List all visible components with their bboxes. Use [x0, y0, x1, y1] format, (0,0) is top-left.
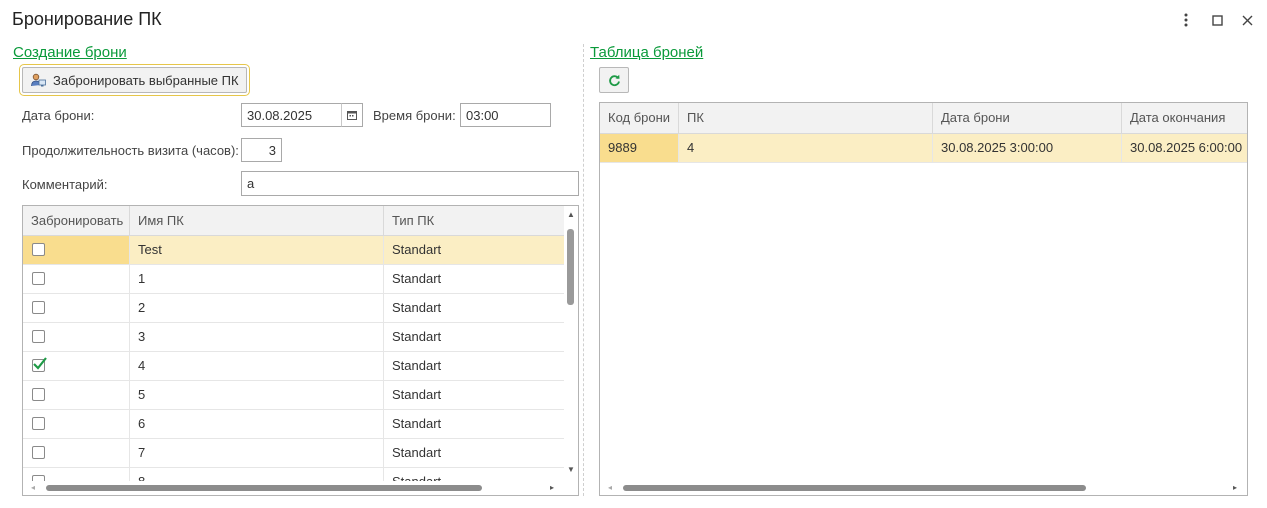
- pc-table-horizontal-scrollbar[interactable]: ◂ ▸: [23, 481, 564, 495]
- book-checkbox[interactable]: [32, 357, 47, 372]
- duration-field[interactable]: 3: [241, 138, 282, 162]
- book-checkbox[interactable]: [32, 330, 45, 343]
- book-cell: [23, 352, 130, 380]
- section-create-booking[interactable]: Создание брони: [13, 44, 127, 61]
- table-row[interactable]: 5 Standart: [23, 381, 564, 410]
- book-cell: [23, 381, 130, 409]
- section-divider: [583, 44, 584, 496]
- book-checkbox[interactable]: [32, 301, 45, 314]
- table-row[interactable]: Test Standart: [23, 236, 564, 265]
- book-cell: [23, 439, 130, 467]
- booking-date-cell: 30.08.2025 3:00:00: [933, 134, 1122, 162]
- pc-type-cell: Standart: [392, 358, 442, 373]
- comment-field[interactable]: а: [241, 171, 579, 196]
- book-checkbox[interactable]: [32, 446, 45, 459]
- table-row[interactable]: 9889 4 30.08.2025 3:00:00 30.08.2025 6:00:0…: [600, 134, 1247, 163]
- scroll-right-icon[interactable]: ▸: [1233, 483, 1237, 493]
- scroll-up-icon[interactable]: ▲: [567, 210, 575, 220]
- more-vertical-icon[interactable]: [1175, 9, 1197, 31]
- book-cell: [23, 294, 130, 322]
- table-row[interactable]: 6 Standart: [23, 410, 564, 439]
- bookings-table-header: Код брони ПК Дата брони Дата окончания: [600, 103, 1247, 134]
- col-header-booking-code[interactable]: Код брони: [600, 103, 679, 133]
- pc-type-cell: Standart: [392, 416, 442, 431]
- time-label: Время брони:: [373, 108, 456, 123]
- book-cell: [23, 410, 130, 438]
- end-date-cell: 30.08.2025 6:00:00: [1130, 140, 1243, 155]
- table-row[interactable]: 1 Standart: [23, 265, 564, 294]
- book-checkbox[interactable]: [32, 388, 45, 401]
- pc-name-cell: 2: [130, 294, 384, 322]
- pc-type-cell: Standart: [392, 445, 442, 460]
- col-header-pc-name[interactable]: Имя ПК: [130, 206, 384, 235]
- pc-type-cell: Standart: [392, 271, 442, 286]
- refresh-icon: [608, 74, 621, 87]
- bookings-table: Код брони ПК Дата брони Дата окончания 9…: [599, 102, 1248, 496]
- book-selected-button[interactable]: Забронировать выбранные ПК: [19, 64, 250, 96]
- user-computer-icon: [31, 73, 46, 88]
- pc-type-cell: Standart: [392, 387, 442, 402]
- date-label: Дата брони:: [22, 108, 95, 123]
- scroll-left-icon[interactable]: ◂: [608, 483, 612, 493]
- pc-type-cell: Standart: [392, 300, 442, 315]
- window-title: Бронирование ПК: [12, 9, 162, 29]
- section-bookings-table[interactable]: Таблица броней: [590, 44, 703, 61]
- time-field[interactable]: 03:00: [460, 103, 551, 127]
- pc-table-header: Забронировать Имя ПК Тип ПК: [23, 206, 564, 236]
- table-row[interactable]: 4 Standart: [23, 352, 564, 381]
- bookings-horizontal-scrollbar[interactable]: ◂ ▸: [600, 481, 1247, 495]
- col-header-pc-type[interactable]: Тип ПК: [384, 206, 564, 235]
- book-cell: [23, 236, 130, 264]
- col-header-end-date[interactable]: Дата окончания: [1122, 103, 1247, 133]
- col-header-book[interactable]: Забронировать: [23, 206, 130, 235]
- pc-name-cell: 6: [130, 410, 384, 438]
- book-checkbox[interactable]: [32, 417, 45, 430]
- pc-type-cell: Standart: [392, 242, 442, 257]
- scroll-down-icon[interactable]: ▼: [567, 465, 575, 475]
- date-field[interactable]: 30.08.2025: [241, 103, 342, 127]
- pc-name-cell: 3: [130, 323, 384, 351]
- pc-name-cell: 4: [130, 352, 384, 380]
- pc-name-cell: 7: [130, 439, 384, 467]
- book-checkbox[interactable]: [32, 272, 45, 285]
- pc-name-cell: Test: [130, 236, 384, 264]
- horizontal-scroll-thumb[interactable]: [46, 485, 482, 491]
- pc-name-cell: 5: [130, 381, 384, 409]
- pc-name-cell: 1: [130, 265, 384, 293]
- book-selected-label: Забронировать выбранные ПК: [53, 72, 239, 88]
- checkmark-icon: [33, 357, 47, 370]
- book-cell: [23, 323, 130, 351]
- scroll-right-icon[interactable]: ▸: [550, 483, 554, 493]
- table-row[interactable]: 3 Standart: [23, 323, 564, 352]
- pc-type-cell: Standart: [392, 329, 442, 344]
- duration-label: Продолжительность визита (часов):: [22, 143, 239, 158]
- book-cell: [23, 265, 130, 293]
- pc-table: Забронировать Имя ПК Тип ПК Test Standart…: [22, 205, 579, 496]
- calendar-icon[interactable]: [341, 103, 363, 127]
- scroll-left-icon[interactable]: ◂: [31, 483, 35, 493]
- close-icon[interactable]: [1236, 9, 1258, 31]
- maximize-icon[interactable]: [1206, 9, 1228, 31]
- refresh-button[interactable]: [599, 67, 629, 93]
- table-row[interactable]: 7 Standart: [23, 439, 564, 468]
- booking-code-cell: 9889: [600, 134, 679, 162]
- vertical-scroll-thumb[interactable]: [567, 229, 574, 305]
- pc-cell: 4: [679, 134, 933, 162]
- horizontal-scroll-thumb[interactable]: [623, 485, 1086, 491]
- table-row[interactable]: 2 Standart: [23, 294, 564, 323]
- col-header-booking-date[interactable]: Дата брони: [933, 103, 1122, 133]
- comment-label: Комментарий:: [22, 177, 108, 192]
- col-header-pc[interactable]: ПК: [679, 103, 933, 133]
- pc-table-vertical-scrollbar[interactable]: ▲ ▼: [564, 206, 578, 481]
- book-checkbox[interactable]: [32, 243, 45, 256]
